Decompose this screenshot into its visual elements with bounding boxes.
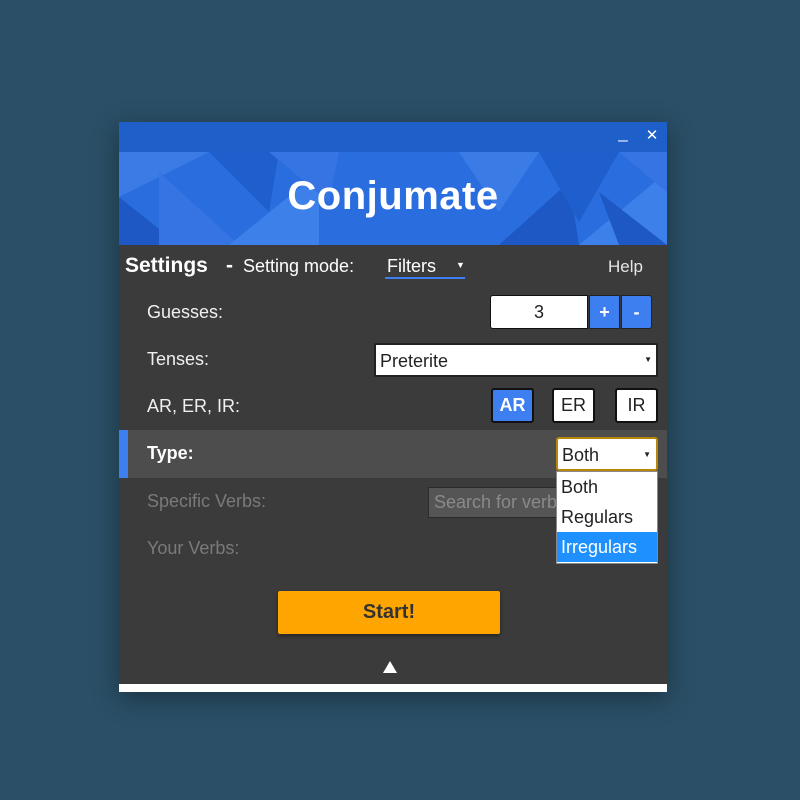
endings-label: AR, ER, IR: <box>147 396 241 416</box>
settings-title: Settings <box>125 254 208 277</box>
dropdown-arrow-icon: ▼ <box>456 260 465 270</box>
minimize-icon[interactable]: _ <box>612 122 634 144</box>
title-bar: _ ✕ <box>119 122 667 152</box>
type-value: Both <box>562 445 600 465</box>
start-button[interactable]: Start! <box>278 591 500 634</box>
dropdown-arrow-icon: ▼ <box>644 355 652 364</box>
focus-accent-bar <box>119 430 128 478</box>
guesses-decrement-button[interactable]: - <box>621 295 652 329</box>
dropdown-arrow-icon: ▼ <box>643 450 651 459</box>
type-option-irregulars[interactable]: Irregulars <box>557 532 657 562</box>
setting-mode-value: Filters <box>387 256 436 276</box>
er-toggle-button[interactable]: ER <box>552 388 595 423</box>
tenses-label: Tenses: <box>147 349 210 369</box>
close-icon[interactable]: ✕ <box>641 125 663 147</box>
help-link[interactable]: Help <box>608 257 643 277</box>
type-select[interactable]: Both ▼ <box>556 437 658 471</box>
tenses-value: Preterite <box>380 351 449 371</box>
bottom-strip <box>119 684 667 692</box>
setting-mode-label: Setting mode: <box>243 256 355 276</box>
settings-dash: - <box>226 254 233 277</box>
tenses-select[interactable]: Preterite ▼ <box>374 343 658 377</box>
verb-search-input[interactable]: Search for verbs <box>428 487 568 518</box>
settings-header: Settings - Setting mode: Filters ▼ Help <box>119 245 667 289</box>
type-label: Type: <box>147 443 194 463</box>
type-option-regulars[interactable]: Regulars <box>557 502 657 532</box>
type-dropdown-list: Both Regulars Irregulars <box>556 471 658 564</box>
guesses-value[interactable]: 3 <box>490 295 588 329</box>
app-title: Conjumate <box>287 174 499 218</box>
type-option-both[interactable]: Both <box>557 472 657 502</box>
specific-verbs-label: Specific Verbs: <box>147 491 267 511</box>
app-window: _ ✕ Conjumate Settings - Setting mode: F… <box>119 122 667 692</box>
guesses-label: Guesses: <box>147 302 224 322</box>
ir-toggle-button[interactable]: IR <box>615 388 658 423</box>
collapse-arrow-icon[interactable] <box>381 659 399 675</box>
setting-mode-select[interactable]: Filters ▼ <box>385 255 465 279</box>
app-banner: Conjumate <box>119 152 667 245</box>
guesses-increment-button[interactable]: + <box>589 295 620 329</box>
ar-toggle-button[interactable]: AR <box>491 388 534 423</box>
your-verbs-label: Your Verbs: <box>147 538 240 558</box>
